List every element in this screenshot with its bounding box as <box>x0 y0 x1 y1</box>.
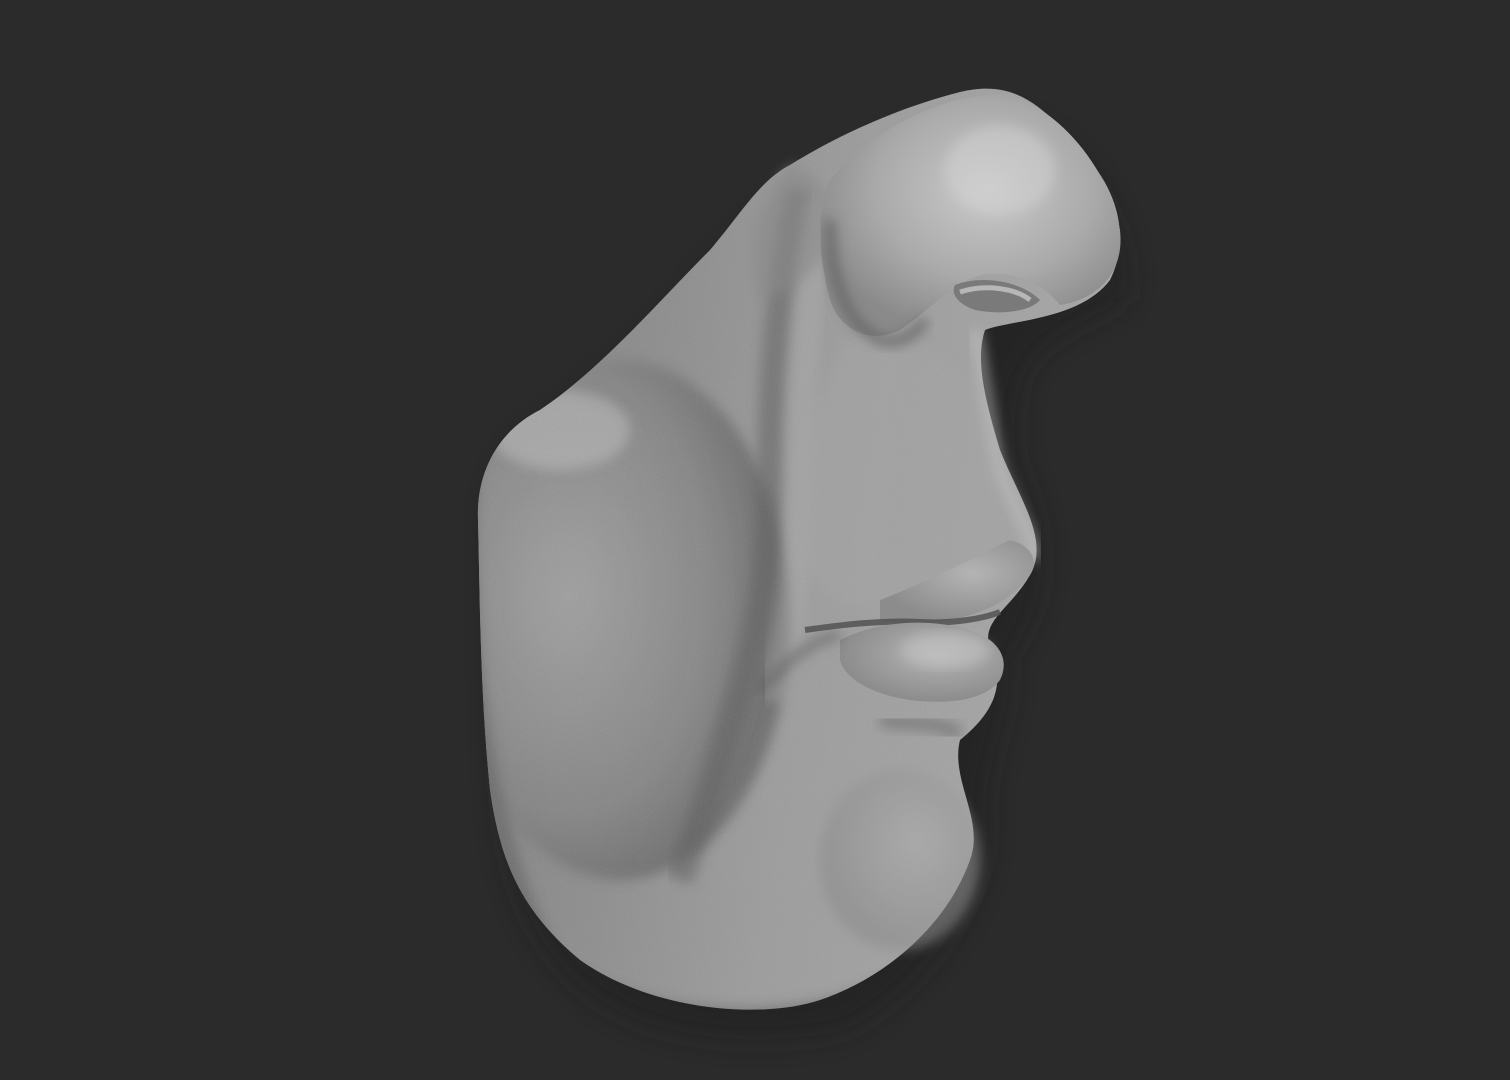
sculpt-model <box>477 88 1128 1040</box>
viewport-canvas <box>0 0 1510 1080</box>
chin <box>820 770 980 950</box>
